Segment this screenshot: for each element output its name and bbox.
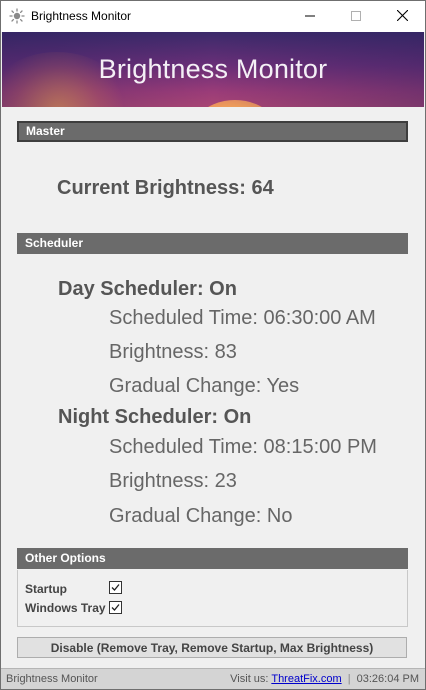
current-brightness: Current Brightness: 64: [57, 177, 274, 199]
night-gradual-change: Gradual Change: No: [109, 505, 293, 527]
windows-tray-label: Windows Tray: [25, 601, 106, 615]
day-scheduler-title: Day Scheduler: On: [58, 278, 237, 300]
minimize-icon: [305, 8, 315, 26]
other-options-panel: [17, 570, 408, 627]
startup-checkbox[interactable]: [109, 581, 122, 594]
close-button[interactable]: [379, 1, 425, 32]
windows-tray-checkbox[interactable]: [109, 601, 122, 614]
maximize-button[interactable]: [333, 1, 379, 32]
status-app-name: Brightness Monitor: [6, 673, 98, 685]
maximize-icon: [351, 8, 361, 26]
day-brightness: Brightness: 83: [109, 341, 237, 363]
day-gradual-change: Gradual Change: Yes: [109, 375, 300, 397]
status-time: 03:26:04 PM: [356, 673, 419, 685]
banner-title: Brightness Monitor: [98, 54, 328, 84]
status-bar: Brightness Monitor Visit us: ThreatFix.c…: [1, 668, 425, 689]
disable-button[interactable]: Disable (Remove Tray, Remove Startup, Ma…: [17, 637, 407, 658]
night-scheduled-time: Scheduled Time: 08:15:00 PM: [109, 436, 377, 458]
app-window: Brightness Monitor Brightness Monitor Ma…: [0, 0, 426, 690]
title-bar[interactable]: Brightness Monitor: [1, 1, 425, 32]
night-brightness: Brightness: 23: [109, 470, 237, 492]
day-scheduled-time: Scheduled Time: 06:30:00 AM: [109, 307, 376, 329]
header-banner: Brightness Monitor: [2, 32, 424, 107]
checkmark-icon: [111, 604, 120, 611]
section-header-other-options: Other Options: [17, 548, 408, 569]
startup-label: Startup: [25, 582, 67, 596]
night-scheduler-title: Night Scheduler: On: [58, 406, 252, 428]
visit-label: Visit us:: [230, 673, 269, 685]
section-header-scheduler: Scheduler: [17, 233, 408, 254]
close-icon: [396, 8, 408, 26]
threatfix-link[interactable]: ThreatFix.com: [271, 673, 341, 685]
window-title: Brightness Monitor: [31, 9, 132, 23]
status-separator: |: [347, 673, 351, 685]
sun-icon: [9, 8, 25, 24]
section-header-master: Master: [17, 121, 408, 142]
minimize-button[interactable]: [287, 1, 333, 32]
status-right-group: Visit us: ThreatFix.com | 03:26:04 PM: [230, 673, 419, 685]
checkmark-icon: [111, 584, 120, 591]
